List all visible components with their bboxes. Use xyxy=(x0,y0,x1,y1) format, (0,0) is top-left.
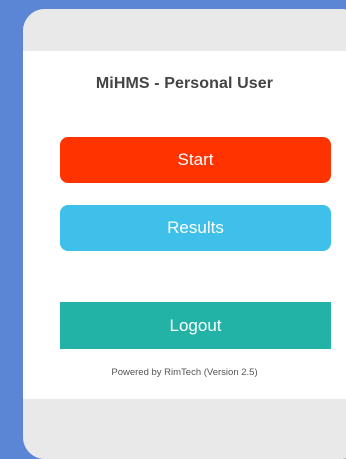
device-frame: MiHMS - Personal User Start Results Logo… xyxy=(23,9,346,459)
bottom-bar xyxy=(23,399,346,459)
results-button[interactable]: Results xyxy=(60,205,331,251)
logout-button[interactable]: Logout xyxy=(60,302,331,349)
top-bar xyxy=(23,9,346,51)
start-button[interactable]: Start xyxy=(60,137,331,183)
page-title: MiHMS - Personal User xyxy=(95,75,274,92)
powered-by-text: Powered by RimTech (Version 2.5) xyxy=(111,367,258,378)
